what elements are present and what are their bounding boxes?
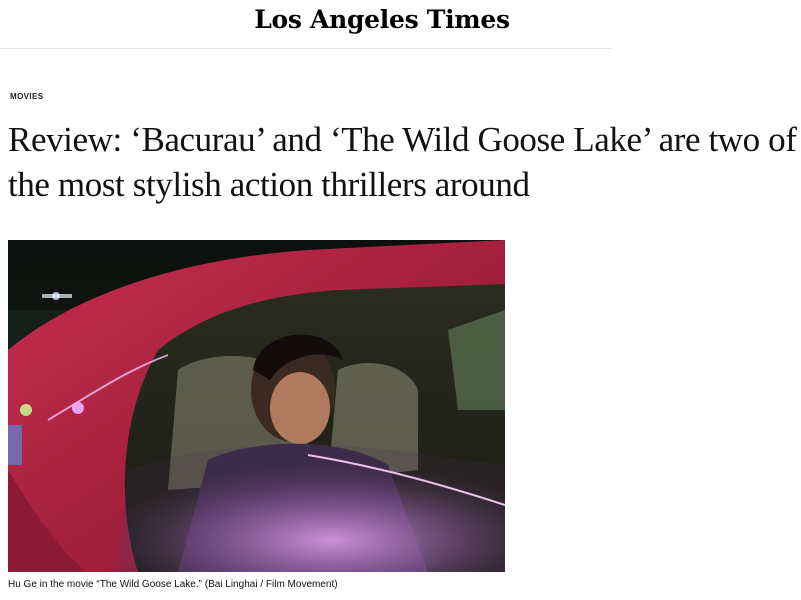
movie-still-image (8, 240, 505, 572)
article-photo (8, 240, 505, 572)
article-headline: Review: ‘Bacurau’ and ‘The Wild Goose La… (8, 120, 797, 204)
masthead: Los Angeles Times (0, 0, 612, 49)
site-logo[interactable]: Los Angeles Times (0, 5, 764, 34)
photo-caption: Hu Ge in the movie “The Wild Goose Lake.… (8, 579, 338, 590)
section-label[interactable]: MOVIES (10, 92, 44, 101)
